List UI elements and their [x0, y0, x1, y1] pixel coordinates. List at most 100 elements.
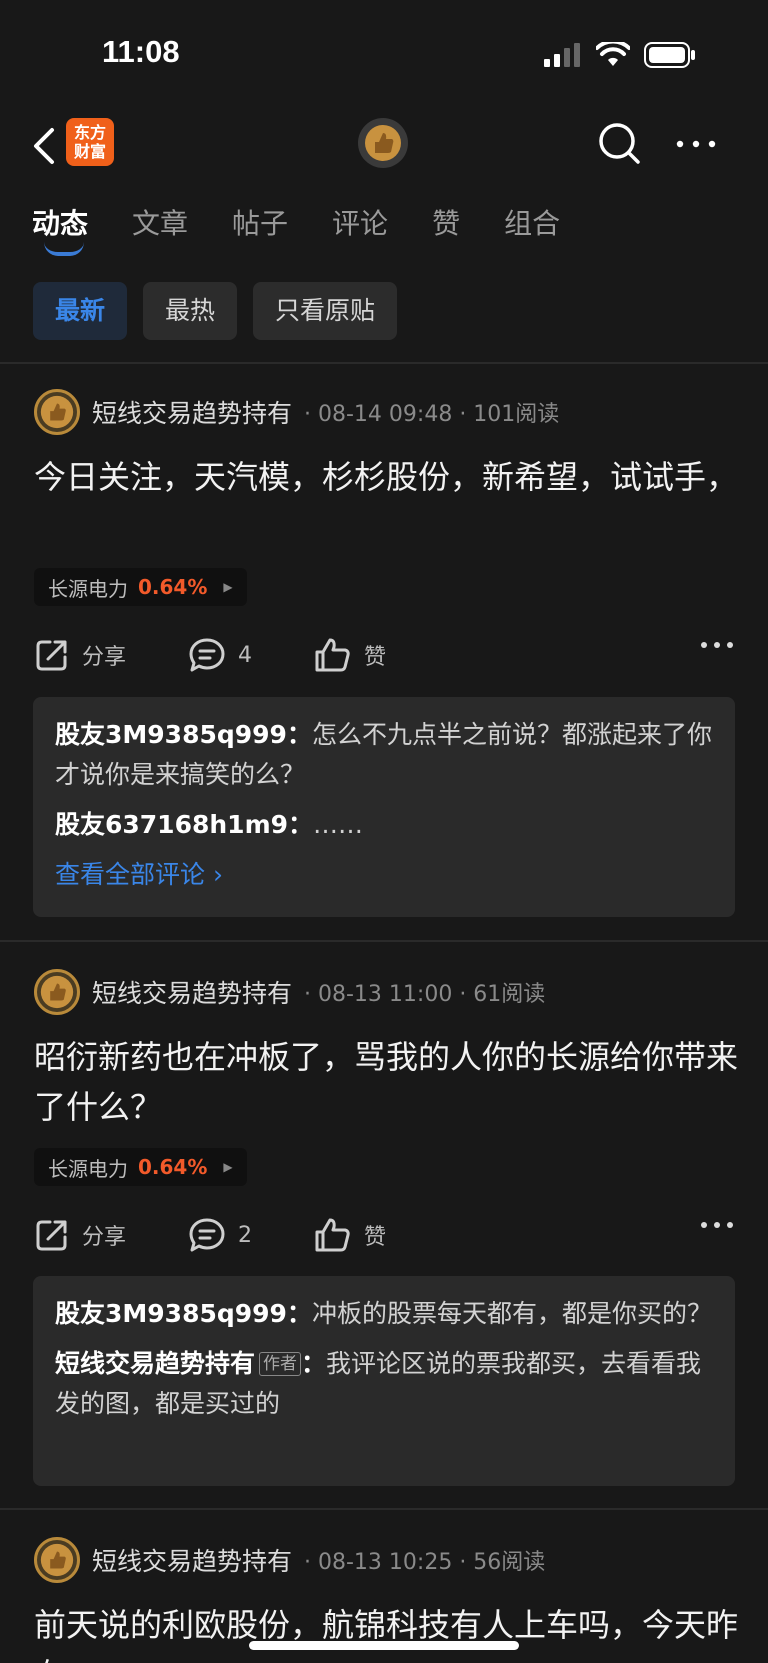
status-icons: [544, 42, 696, 68]
comment-text: 冲板的股票每天都有，都是你买的？: [311, 1299, 712, 1328]
back-arrow-icon[interactable]: [28, 124, 64, 168]
post-header: 短线交易趋势持有 · 08-14 09:48 · 101阅读: [34, 388, 559, 436]
author-avatar[interactable]: [34, 389, 80, 435]
view-all-comments-link[interactable]: 查看全部评论 ›: [55, 855, 713, 895]
profile-tabs: 动态 文章 帖子 评论 赞 组合: [0, 196, 768, 266]
thumbs-up-icon: [315, 1218, 350, 1252]
comment-icon: [189, 638, 225, 672]
commenter-name[interactable]: 股友3M9385q999：: [55, 720, 312, 749]
post-card[interactable]: 短线交易趋势持有 · 08-13 11:00 · 61阅读 昭衍新药也在冲板了，…: [0, 968, 768, 1508]
thumbs-up-icon: [315, 638, 350, 672]
thumbs-up-avatar-icon: [40, 395, 74, 429]
post-card[interactable]: 短线交易趋势持有 · 08-14 09:48 · 101阅读 今日关注，天汽模，…: [0, 388, 768, 940]
share-icon: [36, 640, 67, 671]
stock-change: 0.64%: [138, 1155, 208, 1179]
comment-count: 2: [238, 1222, 253, 1248]
thumbs-up-avatar-icon: [365, 125, 401, 161]
stock-tag[interactable]: 长源电力 0.64% ▶: [34, 1148, 247, 1186]
post-header: 短线交易趋势持有 · 08-13 11:00 · 61阅读: [34, 968, 545, 1016]
divider: [0, 362, 768, 364]
author-name[interactable]: 短线交易趋势持有: [92, 394, 292, 430]
brand-logo[interactable]: 东方 财富: [66, 118, 114, 166]
comment-item[interactable]: 股友637168h1m9：……: [55, 805, 713, 845]
like-button[interactable]: 赞: [314, 1217, 386, 1253]
author-badge: 作者: [259, 1352, 302, 1376]
commenter-name[interactable]: 股友3M9385q999：: [55, 1299, 312, 1328]
share-icon: [36, 1220, 67, 1251]
comment-text: ……: [313, 810, 364, 839]
share-label: 分享: [82, 1225, 127, 1250]
filter-row: 最新 最热 只看原贴: [0, 282, 768, 342]
post-actions: 分享 4 赞: [34, 630, 734, 680]
stock-name: 长源电力: [48, 1156, 128, 1181]
like-label: 赞: [364, 645, 387, 670]
more-options-icon[interactable]: [700, 640, 734, 650]
comment-button[interactable]: 4: [188, 637, 252, 673]
tab-portfolio[interactable]: 组合: [504, 196, 560, 252]
filter-original-only[interactable]: 只看原贴: [253, 282, 398, 340]
post-body[interactable]: 今日关注，天汽模，杉杉股份，新希望，试试手，: [34, 452, 740, 502]
comment-item[interactable]: 股友3M9385q999：冲板的股票每天都有，都是你买的？: [55, 1294, 713, 1334]
post-actions: 分享 2 赞: [34, 1210, 734, 1260]
tab-label: 组合: [504, 207, 561, 240]
tab-posts[interactable]: 帖子: [232, 196, 288, 252]
more-options-icon[interactable]: [672, 120, 720, 168]
author-avatar[interactable]: [34, 1537, 80, 1583]
author-name[interactable]: 短线交易趋势持有: [92, 1542, 292, 1578]
commenter-name[interactable]: 短线交易趋势持有: [55, 1349, 255, 1378]
brand-logo-line2: 财富: [73, 142, 106, 161]
tab-comments[interactable]: 评论: [332, 196, 388, 252]
tab-label: 评论: [332, 207, 389, 240]
play-arrow-icon: ▶: [223, 1160, 233, 1174]
thumbs-up-avatar-icon: [40, 975, 74, 1009]
commenter-name[interactable]: 股友637168h1m9：: [55, 810, 313, 839]
active-tab-indicator: [44, 242, 84, 256]
post-meta: · 08-13 11:00 · 61阅读: [304, 982, 546, 1007]
post-body[interactable]: 昭衍新药也在冲板了，骂我的人你的长源给你带来了什么？: [34, 1032, 740, 1132]
wifi-icon: [596, 42, 630, 66]
brand-logo-line1: 东方: [73, 123, 106, 142]
comments-preview[interactable]: 股友3M9385q999：怎么不九点半之前说？都涨起来了你才说你是来搞笑的么？ …: [33, 697, 735, 917]
post-meta: · 08-14 09:48 · 101阅读: [304, 402, 560, 427]
post-body[interactable]: 前天说的利欧股份，航锦科技有人上车吗，今天昨有: [34, 1600, 740, 1663]
more-options-icon[interactable]: [700, 1220, 734, 1230]
tab-label: 赞: [432, 207, 461, 240]
comments-preview[interactable]: 股友3M9385q999：冲板的股票每天都有，都是你买的？ 短线交易趋势持有 作者…: [33, 1276, 735, 1486]
comment-separator: ：: [301, 1349, 327, 1378]
play-arrow-icon: ▶: [223, 580, 233, 594]
tab-likes[interactable]: 赞: [432, 196, 460, 252]
like-button[interactable]: 赞: [314, 637, 386, 673]
tab-dynamics[interactable]: 动态: [32, 196, 89, 256]
comment-icon: [189, 1218, 225, 1252]
filter-hottest[interactable]: 最热: [143, 282, 238, 340]
stock-change: 0.64%: [138, 575, 208, 599]
tab-articles[interactable]: 文章: [132, 196, 188, 252]
profile-avatar[interactable]: [358, 118, 408, 168]
battery-icon: [644, 42, 695, 68]
stock-tag[interactable]: 长源电力 0.64% ▶: [34, 568, 247, 606]
home-indicator[interactable]: [249, 1641, 519, 1650]
thumbs-up-avatar-icon: [40, 1543, 74, 1577]
divider: [0, 940, 768, 942]
author-avatar[interactable]: [34, 969, 80, 1015]
post-meta: · 08-13 10:25 · 56阅读: [304, 1550, 546, 1575]
tab-label: 帖子: [232, 207, 289, 240]
search-icon[interactable]: [596, 120, 644, 168]
share-label: 分享: [82, 645, 127, 670]
comment-item[interactable]: 股友3M9385q999：怎么不九点半之前说？都涨起来了你才说你是来搞笑的么？: [55, 715, 713, 795]
share-button[interactable]: 分享: [34, 637, 126, 673]
comment-item[interactable]: 短线交易趋势持有 作者 ：我评论区说的票我都买，去看看我发的图，都是买过的: [55, 1344, 713, 1424]
filter-latest[interactable]: 最新: [33, 282, 128, 340]
cellular-signal-icon: [544, 43, 580, 67]
comment-button[interactable]: 2: [188, 1217, 252, 1253]
tab-label: 文章: [132, 207, 189, 240]
status-time: 11:08: [102, 34, 180, 69]
tab-label: 动态: [32, 207, 89, 240]
nav-bar: 东方 财富: [0, 108, 768, 188]
post-header: 短线交易趋势持有 · 08-13 10:25 · 56阅读: [34, 1536, 545, 1584]
author-name[interactable]: 短线交易趋势持有: [92, 974, 292, 1010]
like-label: 赞: [364, 1225, 387, 1250]
divider: [0, 1508, 768, 1510]
share-button[interactable]: 分享: [34, 1217, 126, 1253]
stock-name: 长源电力: [48, 576, 128, 601]
